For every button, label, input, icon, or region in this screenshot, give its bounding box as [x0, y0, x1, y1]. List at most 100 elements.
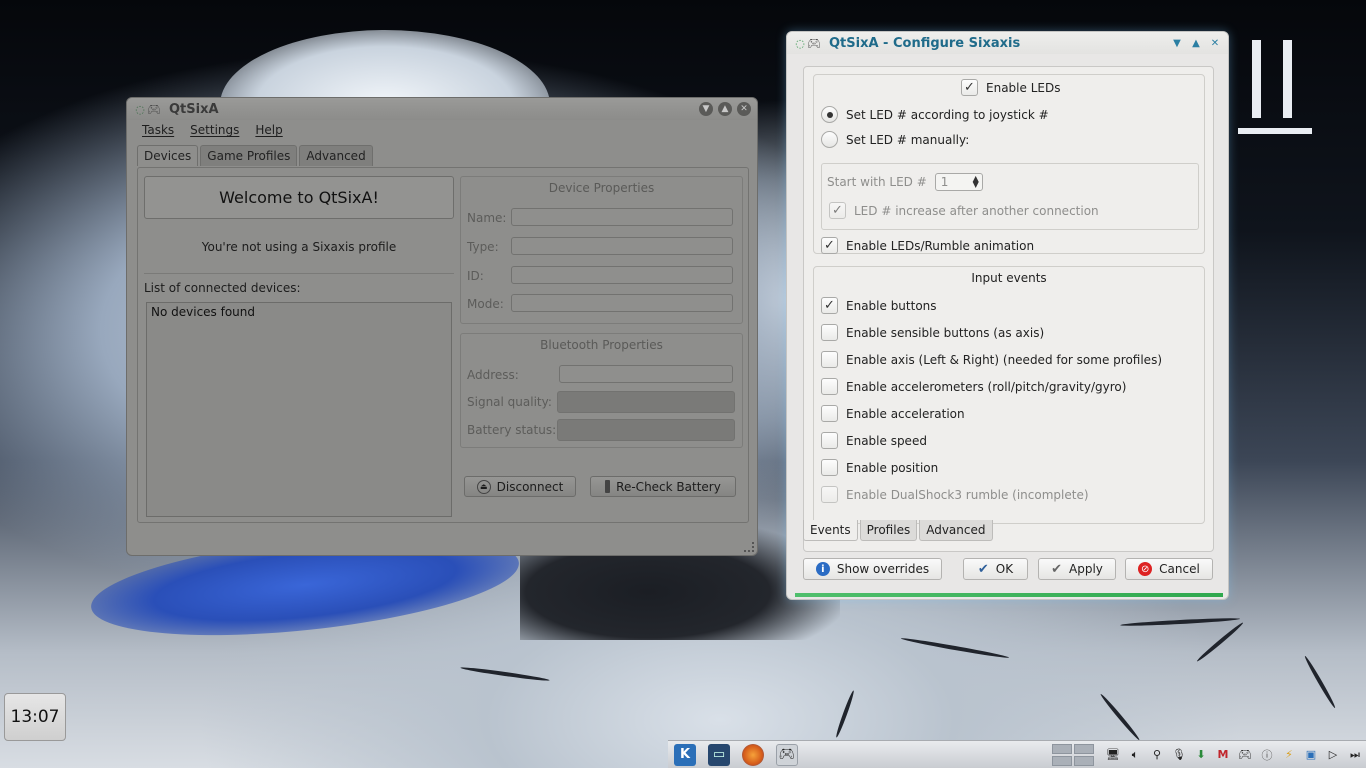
enable-speed-checkbox[interactable]: Enable speed [821, 432, 927, 449]
disconnect-button[interactable]: ⏏ Disconnect [464, 476, 576, 497]
enable-position-checkbox[interactable]: Enable position [821, 459, 938, 476]
name-label: Name: [467, 211, 507, 225]
info-tray-icon[interactable]: ⓘ [1259, 747, 1275, 763]
main-titlebar[interactable]: ◌ 🎮︎ QtSixA ▼ ▲ ✕ [127, 98, 757, 120]
tab-events[interactable]: Events [803, 520, 858, 541]
tab-advanced[interactable]: Advanced [299, 145, 373, 166]
maximize-button[interactable]: ▲ [1189, 36, 1203, 50]
tab-game-profiles[interactable]: Game Profiles [200, 145, 298, 166]
menu-settings[interactable]: Settings [190, 123, 239, 139]
wallpaper-feather [834, 689, 856, 739]
qtsixa-task-icon[interactable]: 🎮︎ [776, 743, 798, 766]
id-field [511, 266, 733, 284]
eject-icon: ⏏ [476, 479, 491, 494]
battery-status-label: Battery status: [467, 423, 557, 437]
menu-tasks[interactable]: Tasks [142, 123, 174, 139]
desktop-icon[interactable]: ▭ [708, 743, 730, 766]
check-icon: ✔ [977, 561, 989, 577]
devices-list[interactable]: No devices found [146, 302, 452, 517]
main-tab-bar: Devices Game Profiles Advanced [127, 145, 757, 166]
monitor-icon[interactable]: 🖥︎ [1105, 747, 1121, 763]
spinbox-value: 1 [940, 175, 949, 189]
ok-button[interactable]: ✔ OK [963, 558, 1028, 580]
checkbox-box: ✓ [821, 237, 838, 254]
ok-label: OK [995, 562, 1014, 576]
gamepad-tray-icon[interactable]: 🎮︎ [1237, 747, 1253, 763]
config-titlebar[interactable]: ◌ 🎮︎ QtSixA - Configure Sixaxis ▼ ▲ ✕ [787, 32, 1228, 54]
desktop-pager[interactable] [1052, 743, 1094, 766]
checkbox-box: ✓ [829, 202, 846, 219]
mode-label: Mode: [467, 297, 504, 311]
menu-help[interactable]: Help [255, 123, 282, 139]
led-increase-label: LED # increase after another connection [854, 203, 1099, 218]
notifications-icon[interactable]: ▣ [1303, 747, 1319, 763]
minimize-button[interactable]: ▼ [1170, 36, 1184, 50]
enable-acceleration-checkbox[interactable]: Enable acceleration [821, 405, 965, 422]
show-overrides-button[interactable]: i Show overrides [803, 558, 942, 580]
pager-desktop[interactable] [1074, 755, 1094, 766]
led-joystick-radio[interactable]: Set LED # according to joystick # [821, 106, 1049, 123]
tab-advanced[interactable]: Advanced [919, 520, 993, 541]
gmail-icon[interactable]: M [1215, 747, 1231, 763]
wallpaper-feather [900, 636, 1010, 660]
tab-devices[interactable]: Devices [137, 145, 199, 166]
kde-menu-icon[interactable]: K [674, 743, 696, 766]
led-joystick-label: Set LED # according to joystick # [846, 107, 1049, 122]
recheck-battery-button[interactable]: Re-Check Battery [590, 476, 736, 497]
apply-label: Apply [1069, 562, 1103, 576]
battery-tray-icon[interactable]: ⚡ [1281, 747, 1297, 763]
enable-rumble-checkbox[interactable]: Enable DualShock3 rumble (incomplete) [821, 486, 1089, 503]
events-panel: ✓ Enable LEDs Set LED # according to joy… [803, 66, 1214, 552]
network-icon[interactable]: ⚲ [1149, 747, 1165, 763]
maximize-button[interactable]: ▲ [718, 102, 732, 116]
volume-icon[interactable]: 🔈︎ [1127, 747, 1143, 763]
enable-leds-label: Enable LEDs [986, 80, 1061, 95]
clock-widget[interactable]: 13:07 [4, 693, 66, 741]
close-button[interactable]: ✕ [1208, 36, 1222, 50]
led-manual-radio[interactable]: Set LED # manually: [821, 131, 969, 148]
address-field [559, 365, 733, 383]
enable-sensible-buttons-checkbox[interactable]: Enable sensible buttons (as axis) [821, 324, 1044, 341]
resize-grip[interactable] [744, 542, 754, 552]
start-with-led-spinbox[interactable]: 1 ▲ ▼ [934, 173, 983, 191]
updates-icon[interactable]: ⬇ [1193, 747, 1209, 763]
led-settings-section: ✓ Enable LEDs Set LED # according to joy… [813, 74, 1205, 254]
refresh-icon: ◌ [135, 102, 145, 116]
type-field [511, 237, 733, 255]
option-label: Enable buttons [846, 298, 937, 313]
radio-button [821, 106, 838, 123]
start-with-led-row: Start with LED # 1 ▲ ▼ [827, 173, 983, 191]
apply-button[interactable]: ✔ Apply [1038, 558, 1116, 580]
enable-buttons-checkbox[interactable]: ✓ Enable buttons [821, 297, 937, 314]
enable-animation-checkbox[interactable]: ✓ Enable LEDs/Rumble animation [821, 237, 1034, 254]
close-button[interactable]: ✕ [737, 102, 751, 116]
taskbar-panel: K ▭ 🎮︎ 🖥︎ 🔈︎ ⚲ 🎙︎ ⬇ M 🎮︎ ⓘ ⚡ ▣ ▷ ⏭ [668, 740, 1366, 768]
enable-accelerometers-checkbox[interactable]: Enable accelerometers (roll/pitch/gravit… [821, 378, 1126, 395]
led-increase-checkbox[interactable]: ✓ LED # increase after another connectio… [829, 202, 1099, 219]
firefox-icon[interactable] [742, 743, 764, 766]
checkbox-box [821, 432, 838, 449]
minimize-button[interactable]: ▼ [699, 102, 713, 116]
progress-fill [795, 593, 1223, 597]
type-label: Type: [467, 240, 499, 254]
signal-quality-label: Signal quality: [467, 395, 552, 409]
enable-axis-checkbox[interactable]: Enable axis (Left & Right) (needed for s… [821, 351, 1162, 368]
next-track-icon[interactable]: ⏭ [1347, 747, 1363, 763]
tab-profiles[interactable]: Profiles [859, 520, 918, 541]
pager-desktop[interactable] [1074, 743, 1094, 754]
led-manual-label: Set LED # manually: [846, 132, 970, 147]
enable-leds-checkbox[interactable]: ✓ Enable LEDs [961, 79, 1060, 96]
device-properties-group: Device Properties Name: Type: ID: Mode: [460, 176, 743, 324]
pager-desktop[interactable] [1052, 743, 1072, 754]
address-label: Address: [467, 368, 519, 382]
wallpaper-feather [1119, 616, 1241, 628]
cancel-button[interactable]: ⊘ Cancel [1125, 558, 1213, 580]
microphone-icon[interactable]: 🎙︎ [1171, 747, 1187, 763]
play-icon[interactable]: ▷ [1325, 747, 1341, 763]
option-label: Enable acceleration [846, 406, 965, 421]
cancel-label: Cancel [1159, 562, 1200, 576]
pager-desktop[interactable] [1052, 755, 1072, 766]
welcome-banner: Welcome to QtSixA! [144, 176, 454, 219]
start-with-led-label: Start with LED # [827, 175, 927, 189]
spinbox-arrows-icon: ▲ ▼ [972, 174, 979, 189]
